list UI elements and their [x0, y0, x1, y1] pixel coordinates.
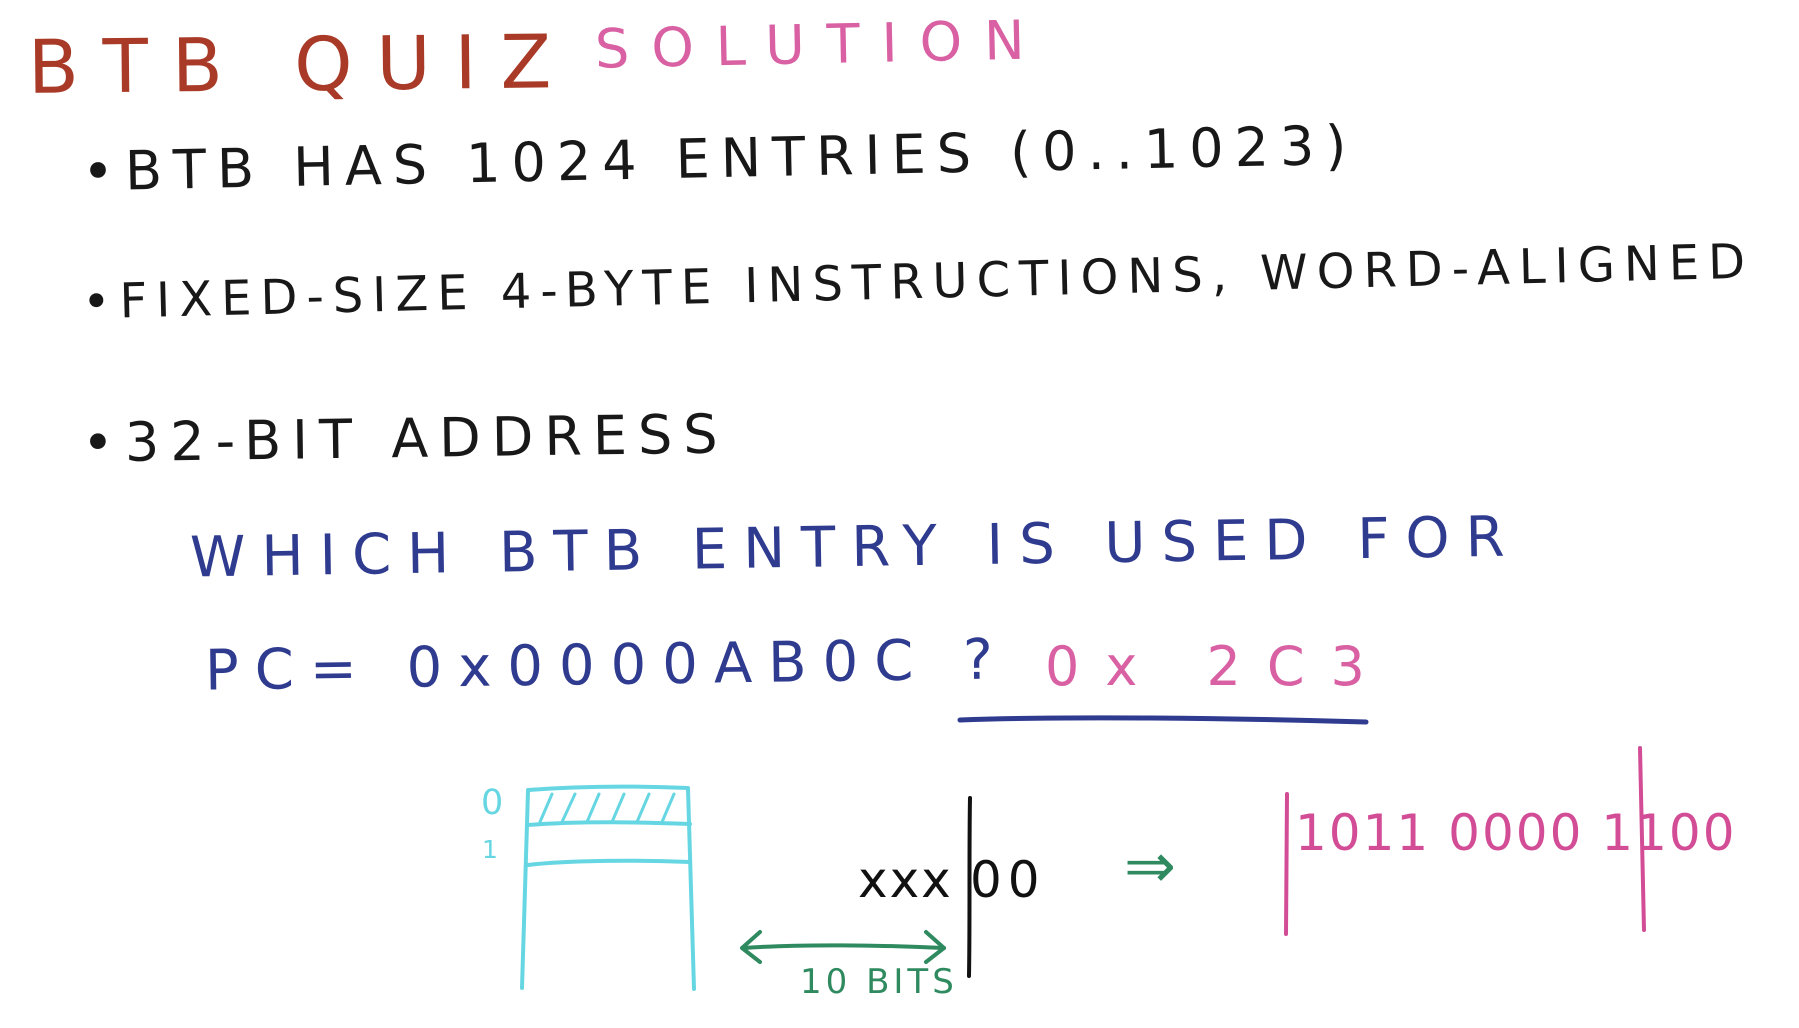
- binary-index-value: 1011 0000 1100: [1295, 804, 1737, 862]
- ten-bits-arrow: [740, 930, 946, 964]
- whiteboard-page: BTB QUIZ SOLUTION •BTB HAS 1024 ENTRIES …: [0, 0, 1799, 1028]
- table-index-zero: 0: [481, 783, 504, 823]
- table-index-one: 1: [482, 835, 498, 864]
- btb-table-sketch: [520, 784, 696, 991]
- implies-arrow-icon: ⇒: [1124, 829, 1176, 902]
- offset-bits: 00: [970, 851, 1046, 909]
- upper-address-bits: xxx: [858, 851, 953, 909]
- answer-underline: [957, 715, 1369, 725]
- ten-bits-label: 10 BITS: [800, 962, 958, 1002]
